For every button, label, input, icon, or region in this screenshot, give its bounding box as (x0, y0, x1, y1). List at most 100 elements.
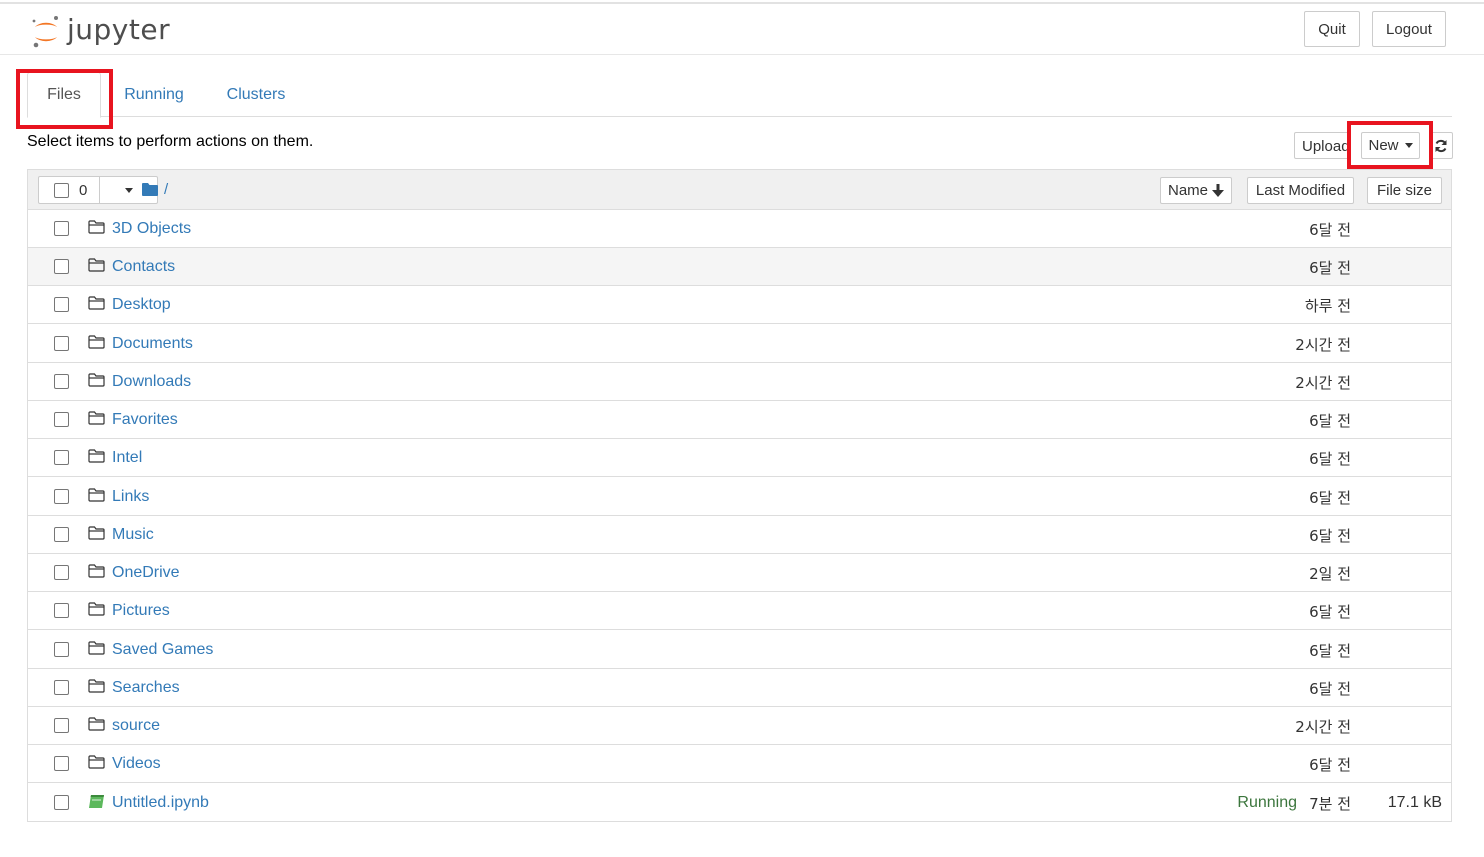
item-checkbox[interactable] (54, 565, 69, 580)
folder-icon-wrap (88, 602, 105, 621)
item-checkbox[interactable] (54, 259, 69, 274)
jupyter-logo-icon (32, 16, 58, 48)
item-checkbox[interactable] (54, 795, 69, 810)
select-all-checkbox[interactable] (54, 183, 69, 198)
item-last-modified: 2시간 전 (1295, 718, 1351, 736)
sort-name-label: Name (1167, 182, 1208, 199)
item-name-link[interactable]: source (112, 717, 160, 735)
quit-button[interactable]: Quit (1304, 11, 1360, 47)
list-item[interactable]: 3D Objects 6달 전 (28, 210, 1451, 248)
item-name-link[interactable]: Links (112, 488, 149, 506)
list-item[interactable]: Searches 6달 전 (28, 669, 1451, 707)
sort-last-modified-button[interactable]: Last Modified (1247, 177, 1354, 204)
instructions-text: Select items to perform actions on them. (27, 133, 314, 150)
folder-icon-wrap (88, 679, 105, 698)
item-checkbox[interactable] (54, 527, 69, 542)
item-checkbox[interactable] (54, 412, 69, 427)
item-last-modified: 6달 전 (1309, 412, 1351, 430)
item-checkbox[interactable] (54, 450, 69, 465)
folder-icon-wrap (88, 564, 105, 583)
tab-bar: Files Running Clusters (27, 72, 1452, 118)
list-item[interactable]: Documents 2시간 전 (28, 325, 1451, 363)
folder-icon (88, 641, 105, 655)
folder-icon (88, 373, 105, 387)
running-indicator: Running (1237, 794, 1297, 811)
item-name-link[interactable]: OneDrive (112, 564, 180, 582)
item-checkbox[interactable] (54, 489, 69, 504)
item-name-link[interactable]: Saved Games (112, 641, 213, 659)
breadcrumb-root[interactable]: / (164, 181, 168, 198)
sort-file-size-button[interactable]: File size (1367, 177, 1442, 204)
item-checkbox[interactable] (54, 642, 69, 657)
item-last-modified: 6달 전 (1309, 642, 1351, 660)
item-name-link[interactable]: Contacts (112, 258, 175, 276)
jupyter-logo[interactable]: jupyter (31, 12, 171, 50)
list-item[interactable]: Pictures 6달 전 (28, 592, 1451, 630)
list-item[interactable]: Music 6달 전 (28, 516, 1451, 554)
item-last-modified: 6달 전 (1309, 756, 1351, 774)
folder-icon (88, 220, 105, 234)
new-button-label: New (1368, 137, 1399, 154)
item-checkbox[interactable] (54, 221, 69, 236)
tab-running[interactable]: Running (115, 72, 193, 117)
folder-icon (88, 564, 105, 578)
select-all-control: 0 (38, 176, 158, 204)
item-name-link[interactable]: 3D Objects (112, 220, 191, 238)
breadcrumb[interactable]: / (142, 181, 168, 198)
new-dropdown-button[interactable]: New (1361, 132, 1420, 159)
item-checkbox[interactable] (54, 718, 69, 733)
folder-icon-wrap (88, 335, 105, 354)
item-name-link[interactable]: Music (112, 526, 154, 544)
list-item[interactable]: Saved Games 6달 전 (28, 631, 1451, 669)
item-name-link[interactable]: Downloads (112, 373, 191, 391)
folder-icon-wrap (88, 449, 105, 468)
item-last-modified: 하루 전 (1304, 297, 1351, 315)
item-last-modified: 2시간 전 (1295, 336, 1351, 354)
logo-text: jupyter (67, 12, 171, 46)
tab-files[interactable]: Files (27, 72, 101, 118)
item-last-modified: 6달 전 (1309, 603, 1351, 621)
item-name-link[interactable]: Pictures (112, 602, 170, 620)
item-checkbox[interactable] (54, 680, 69, 695)
list-item[interactable]: Favorites 6달 전 (28, 401, 1451, 439)
tab-clusters[interactable]: Clusters (217, 72, 295, 117)
item-name-link[interactable]: Favorites (112, 411, 178, 429)
list-item[interactable]: Desktop 하루 전 (28, 286, 1451, 324)
sort-name-button[interactable]: Name (1160, 177, 1232, 204)
file-list: 0 / Name Last Modified File size 3D Obje… (27, 169, 1452, 822)
list-item[interactable]: source 2시간 전 (28, 707, 1451, 745)
list-item[interactable]: OneDrive 2일 전 (28, 554, 1451, 592)
list-item[interactable]: Untitled.ipynb Running 7분 전 17.1 kB (28, 784, 1451, 822)
item-checkbox[interactable] (54, 374, 69, 389)
item-last-modified: 6달 전 (1309, 221, 1351, 239)
notebook-icon-wrap (88, 794, 105, 814)
notebook-icon (89, 795, 104, 808)
item-name-link[interactable]: Searches (112, 679, 180, 697)
item-name-link[interactable]: Untitled.ipynb (112, 794, 209, 812)
folder-icon-wrap (88, 258, 105, 277)
folder-icon (88, 717, 105, 731)
item-last-modified: 6달 전 (1309, 489, 1351, 507)
item-name-link[interactable]: Desktop (112, 296, 171, 314)
item-last-modified: 6달 전 (1309, 680, 1351, 698)
list-item[interactable]: Downloads 2시간 전 (28, 363, 1451, 401)
folder-icon-wrap (88, 220, 105, 239)
folder-icon-wrap (88, 411, 105, 430)
list-item[interactable]: Links 6달 전 (28, 478, 1451, 516)
item-checkbox[interactable] (54, 603, 69, 618)
refresh-button[interactable] (1429, 132, 1453, 159)
item-name-link[interactable]: Intel (112, 449, 142, 467)
item-checkbox[interactable] (54, 336, 69, 351)
item-name-link[interactable]: Documents (112, 335, 193, 353)
folder-icon (88, 449, 105, 463)
logout-button[interactable]: Logout (1372, 11, 1446, 47)
caret-down-icon (1404, 143, 1413, 148)
list-item[interactable]: Videos 6달 전 (28, 745, 1451, 783)
item-name-link[interactable]: Videos (112, 755, 161, 773)
item-last-modified: 2일 전 (1309, 565, 1351, 583)
item-checkbox[interactable] (54, 756, 69, 771)
item-checkbox[interactable] (54, 297, 69, 312)
list-item[interactable]: Intel 6달 전 (28, 439, 1451, 477)
list-item[interactable]: Contacts 6달 전 (28, 248, 1451, 286)
upload-button[interactable]: Upload (1294, 132, 1350, 159)
